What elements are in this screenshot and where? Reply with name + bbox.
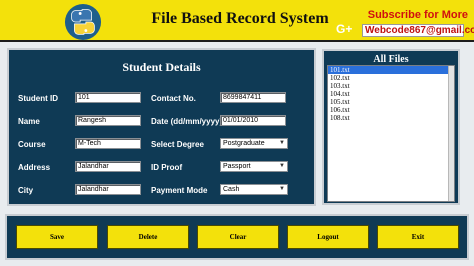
name-label: Name [18,117,40,126]
degree-select[interactable]: Postgraduate ▼ [220,138,288,149]
promo-email: Webcode867@gmail.com [362,24,474,37]
date-field[interactable]: 01/01/2010 [220,115,286,126]
listbox-scrollbar[interactable] [448,66,454,201]
course-field[interactable]: M-Tech [75,138,141,149]
button-bar: Save Delete Clear Logout Exit [5,214,469,260]
date-label: Date (dd/mm/yyyy) [151,117,223,126]
file-list-item[interactable]: 105.txt [328,98,454,106]
all-files-panel: All Files 101.txt 102.txt 103.txt 104.txt 10… [322,49,460,205]
file-list-item[interactable]: 102.txt [328,74,454,82]
name-field[interactable]: Rangesh [75,115,141,126]
idproof-label: ID Proof [151,163,183,172]
promo-block: Subscribe for More G+ Webcode867@gmail.c… [332,9,474,39]
address-label: Address [18,163,51,172]
contact-label: Contact No. [151,94,196,103]
contact-field[interactable]: 8699847411 [220,92,286,103]
save-button[interactable]: Save [16,225,98,249]
payment-select[interactable]: Cash ▼ [220,184,288,195]
file-list-item[interactable]: 108.txt [328,114,454,122]
degree-label: Select Degree [151,140,204,149]
idproof-select-value: Passport [223,163,251,170]
file-list-item[interactable]: 103.txt [328,82,454,90]
logout-button[interactable]: Logout [287,225,369,249]
file-list-item[interactable]: 104.txt [328,90,454,98]
payment-select-value: Cash [223,186,240,193]
main-area: Student Details Student ID 101 Contact N… [0,42,474,210]
delete-button[interactable]: Delete [107,225,189,249]
city-label: City [18,186,34,195]
address-field[interactable]: Jalandhar [75,161,141,172]
app-title: File Based Record System [151,10,329,27]
file-listbox[interactable]: 101.txt 102.txt 103.txt 104.txt 105.txt 106.t… [327,65,455,202]
file-list-item[interactable]: 106.txt [328,106,454,114]
payment-label: Payment Mode [151,186,208,195]
file-list-item[interactable]: 101.txt [328,66,454,74]
header-bar: File Based Record System Subscribe for M… [0,0,474,42]
exit-button[interactable]: Exit [377,225,459,249]
chevron-down-icon: ▼ [279,163,285,169]
chevron-down-icon: ▼ [279,186,285,192]
course-label: Course [18,140,46,149]
chevron-down-icon: ▼ [279,140,285,146]
student-details-panel: Student Details Student ID 101 Contact N… [7,48,316,206]
google-plus-icon: G+ [336,22,353,36]
student-details-heading: Student Details [122,60,201,74]
student-id-label: Student ID [18,94,58,103]
degree-select-value: Postgraduate [223,140,265,147]
file-list: 101.txt 102.txt 103.txt 104.txt 105.txt 106.t… [328,66,454,122]
clear-button[interactable]: Clear [197,225,279,249]
all-files-heading: All Files [373,54,409,65]
city-field[interactable]: Jalandhar [75,184,141,195]
idproof-select[interactable]: Passport ▼ [220,161,288,172]
python-logo-icon [64,3,102,41]
student-id-field[interactable]: 101 [75,92,141,103]
subscribe-text: Subscribe for More [367,9,468,21]
